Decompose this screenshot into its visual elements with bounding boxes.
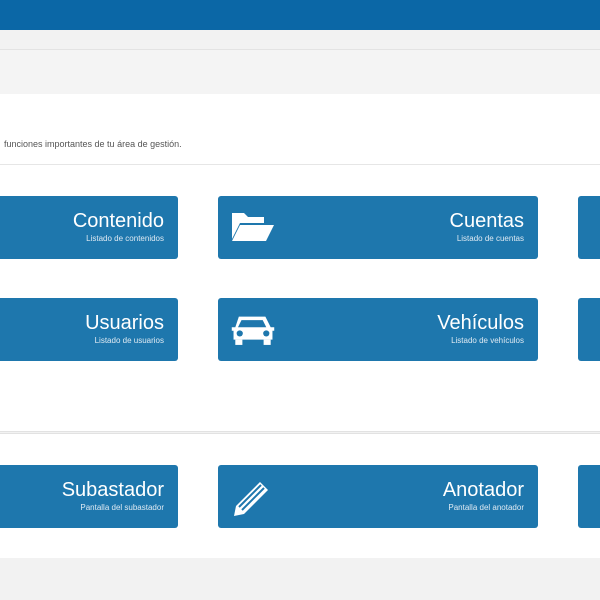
anotador-subtitle: Pantalla del anotador	[448, 503, 524, 512]
contenido-subtitle: Listado de contenidos	[86, 234, 164, 243]
contenido-tile[interactable]: Contenido Listado de contenidos	[0, 196, 178, 259]
monitor-tile[interactable]	[578, 465, 600, 528]
monitor-icon	[590, 476, 600, 516]
breadcrumb-bar	[0, 49, 600, 95]
cuentas-title: Cuentas	[449, 210, 525, 232]
cuentas-subtitle: Listado de cuentas	[456, 234, 524, 243]
subastador-subtitle: Pantalla del subastador	[80, 503, 164, 512]
contenido-title: Contenido	[72, 210, 164, 232]
vehiculos-title: Vehículos	[437, 312, 524, 334]
usuarios-subtitle: Listado de usuarios	[94, 336, 164, 345]
anotador-tile[interactable]: Anotador Pantalla del anotador	[218, 465, 538, 528]
usuarios-tile[interactable]: Usuarios Listado de usuarios	[0, 298, 178, 361]
intro-text: funciones importantes de tu área de gest…	[4, 139, 182, 149]
document-tile[interactable]	[578, 298, 600, 361]
cuentas-tile[interactable]: Cuentas Listado de cuentas	[218, 196, 538, 259]
dashboard-page: funciones importantes de tu área de gest…	[0, 0, 600, 600]
folder-open-icon	[232, 213, 274, 241]
anotador-title: Anotador	[442, 479, 524, 501]
car-icon	[231, 316, 275, 345]
intro-section: funciones importantes de tu área de gest…	[0, 94, 600, 165]
tag-icon	[590, 207, 600, 247]
usuarios-title: Usuarios	[85, 312, 164, 334]
tag-tile[interactable]	[578, 196, 600, 259]
subastador-title: Subastador	[61, 479, 164, 501]
vehiculos-subtitle: Listado de vehículos	[451, 336, 524, 345]
pencil-icon	[234, 482, 268, 516]
vehiculos-tile[interactable]: Vehículos Listado de vehículos	[218, 298, 538, 361]
top-navbar	[0, 0, 600, 30]
subastador-tile[interactable]: Subastador Pantalla del subastador	[0, 465, 178, 528]
page-bottom-area	[0, 558, 600, 600]
document-icon	[590, 309, 600, 349]
